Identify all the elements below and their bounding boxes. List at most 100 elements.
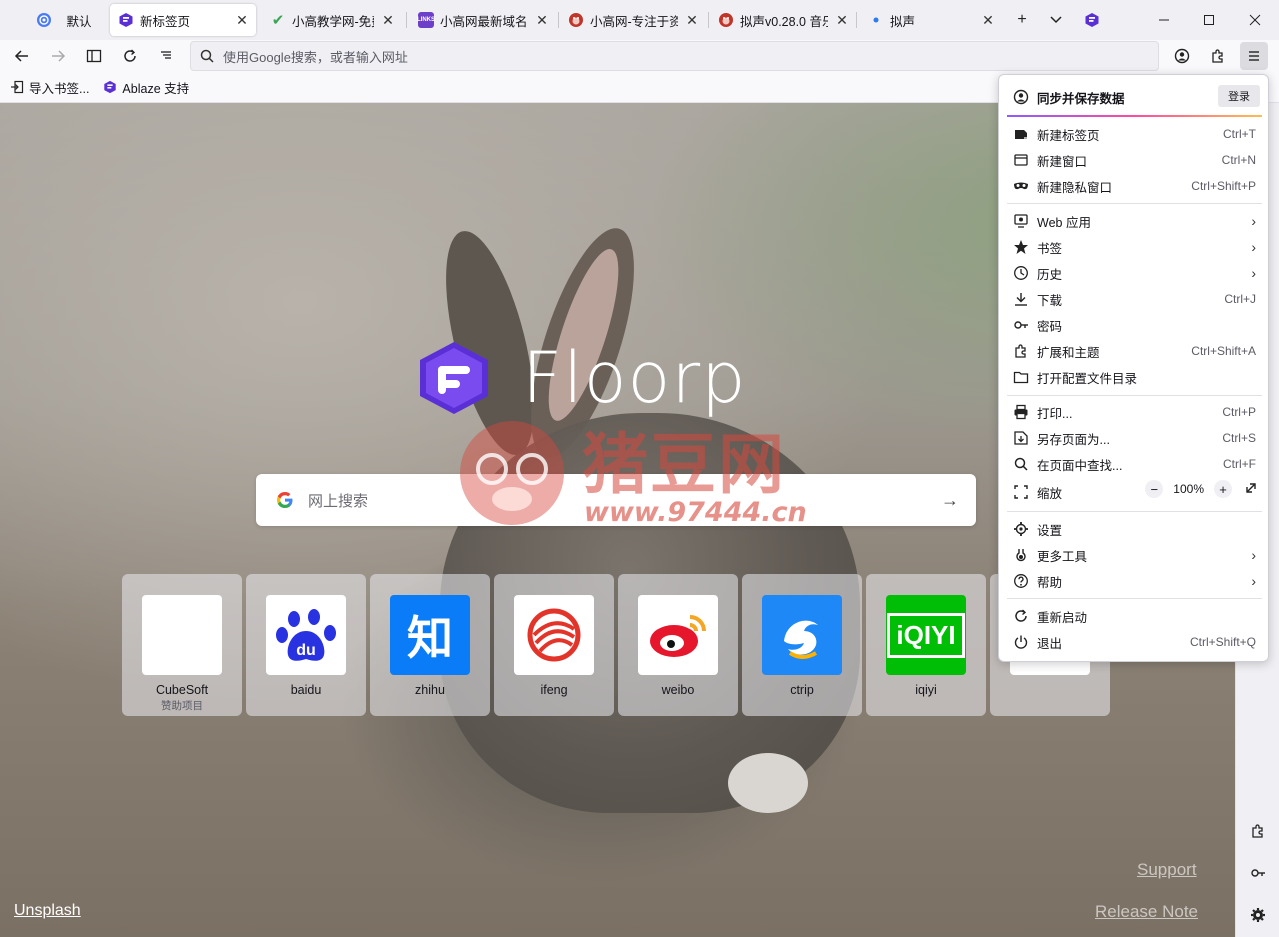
menu-item-bookmarks[interactable]: 书签 › [1007, 234, 1262, 260]
zoom-out-button[interactable]: − [1145, 480, 1164, 498]
close-tab-icon[interactable]: ✕ [980, 12, 996, 28]
menu-item-web-apps[interactable]: Web 应用 › [1007, 208, 1262, 234]
menu-item-save-page[interactable]: 另存页面为... Ctrl+S [1007, 425, 1262, 451]
menu-item-quit[interactable]: 退出 Ctrl+Shift+Q [1007, 629, 1262, 655]
brand-name: Floorp [522, 337, 747, 419]
tab-nisheng-music[interactable]: 拟声v0.28.0 音乐 ✕ [710, 4, 856, 36]
close-tab-icon[interactable]: ✕ [234, 12, 250, 28]
bookmark-import[interactable]: 导入书签... [10, 78, 89, 97]
tab-title: 新标签页 [140, 14, 191, 29]
tab-list-chevron-icon[interactable] [1040, 4, 1072, 36]
tab-separator [856, 12, 857, 28]
zoom-in-button[interactable]: + [1214, 480, 1232, 498]
floorp-logo-icon [420, 342, 488, 414]
restart-icon [1013, 608, 1029, 624]
window-icon [1013, 152, 1029, 168]
sync-gradient-divider [1007, 115, 1262, 117]
address-bar[interactable]: 使用Google搜索，或者输入网址 [190, 41, 1159, 71]
reload-icon[interactable] [116, 42, 144, 70]
search-go-arrow-icon[interactable]: → [940, 490, 960, 510]
tab-xiaogao-resources[interactable]: 小高网-专注于资 ✕ [560, 4, 706, 36]
topsite-baidu[interactable]: du baidu [246, 574, 366, 716]
menu-item-addons[interactable]: 扩展和主题 Ctrl+Shift+A [1007, 338, 1262, 364]
topsite-weibo[interactable]: weibo [618, 574, 738, 716]
menu-item-new-window[interactable]: 新建窗口 Ctrl+N [1007, 147, 1262, 173]
topsite-label: zhihu [415, 683, 445, 697]
menu-item-print[interactable]: 打印... Ctrl+P [1007, 399, 1262, 425]
menu-item-label: 历史 [1037, 267, 1063, 282]
cubesoft-icon [142, 595, 222, 675]
back-arrow-icon[interactable] [8, 42, 36, 70]
close-tab-icon[interactable]: ✕ [684, 12, 700, 28]
maximize-icon[interactable] [1192, 4, 1226, 36]
menu-item-find-in-page[interactable]: 在页面中查找... Ctrl+F [1007, 451, 1262, 477]
download-icon [1013, 291, 1029, 307]
tab-separator [558, 12, 559, 28]
google-icon [277, 492, 293, 508]
menu-item-restart[interactable]: 重新启动 [1007, 603, 1262, 629]
menu-item-more-tools[interactable]: 更多工具 › [1007, 542, 1262, 568]
sidebar-extensions-icon[interactable] [1244, 817, 1272, 845]
menu-item-settings[interactable]: 设置 [1007, 516, 1262, 542]
tab-xiaogao-teaching[interactable]: ✔ 小高教学网-免费 ✕ [262, 4, 402, 36]
background-photo-rabbit [728, 753, 808, 813]
bookmark-ablaze-support[interactable]: Ablaze 支持 [103, 78, 189, 97]
menu-item-history[interactable]: 历史 › [1007, 260, 1262, 286]
support-link[interactable]: Support [1137, 860, 1197, 880]
sidebar-key-icon[interactable] [1244, 859, 1272, 887]
close-window-icon[interactable] [1238, 4, 1272, 36]
minimize-icon[interactable] [1147, 4, 1181, 36]
power-icon [1013, 634, 1029, 650]
menu-item-new-tab[interactable]: 新建标签页 Ctrl+T [1007, 121, 1262, 147]
sidebar-toggle-icon[interactable] [80, 42, 108, 70]
extensions-puzzle-icon[interactable] [1204, 42, 1232, 70]
sign-in-button[interactable]: 登录 [1218, 85, 1260, 107]
puzzle-icon [1013, 343, 1029, 359]
unsplash-link[interactable]: Unsplash [14, 902, 81, 920]
tab-title: 拟声 [890, 14, 916, 29]
dot-icon [868, 12, 884, 28]
menu-item-passwords[interactable]: 密码 [1007, 312, 1262, 338]
tab-title: 小高教学网-免费 [292, 14, 374, 29]
menu-item-label: 密码 [1037, 319, 1063, 334]
close-tab-icon[interactable]: ✕ [834, 12, 850, 28]
app-menu-panel: 同步并保存数据 登录 新建标签页 Ctrl+T 新建窗口 Ctrl+N 新建隐私… [998, 74, 1269, 662]
topsite-zhihu[interactable]: 知 zhihu [370, 574, 490, 716]
check-icon: ✔ [271, 12, 285, 29]
chevron-right-icon: › [1251, 547, 1256, 563]
account-icon[interactable] [1168, 42, 1196, 70]
floorp-brand: Floorp [414, 337, 747, 419]
topsite-ifeng[interactable]: ifeng [494, 574, 614, 716]
clock-icon [1013, 265, 1029, 281]
tab-nisheng[interactable]: 拟声 ✕ [860, 4, 1002, 36]
newtab-search-box[interactable]: 网上搜索 → [256, 474, 976, 526]
app-menu-hamburger-icon[interactable] [1240, 42, 1268, 70]
chevron-right-icon: › [1251, 265, 1256, 281]
topsite-ctrip[interactable]: ctrip [742, 574, 862, 716]
close-tab-icon[interactable]: ✕ [534, 12, 550, 28]
topsite-iqiyi[interactable]: iQIYI iqiyi [866, 574, 986, 716]
menu-item-private-window[interactable]: 新建隐私窗口 Ctrl+Shift+P [1007, 173, 1262, 199]
tab-xiaogao-domain[interactable]: LINKS 小高网最新域名 ✕ [410, 4, 556, 36]
forward-arrow-icon[interactable] [44, 42, 72, 70]
tools-icon [1013, 547, 1029, 563]
zhihu-icon: 知 [390, 595, 470, 675]
menu-item-profile-folder[interactable]: 打开配置文件目录 [1007, 364, 1262, 390]
menu-item-downloads[interactable]: 下载 Ctrl+J [1007, 286, 1262, 312]
fullscreen-icon[interactable] [1244, 481, 1258, 498]
release-note-link[interactable]: Release Note [1095, 902, 1198, 922]
menu-item-label: 在页面中查找... [1037, 458, 1123, 473]
tab-new-tab[interactable]: 新标签页 ✕ [110, 4, 256, 36]
sidebar-gear-icon[interactable] [1244, 901, 1272, 929]
new-tab-plus-icon[interactable]: + [1006, 4, 1038, 36]
floorp-icon[interactable] [1076, 4, 1108, 36]
menu-item-label: 重新启动 [1037, 610, 1088, 625]
close-tab-icon[interactable]: ✕ [380, 12, 396, 28]
menu-item-help[interactable]: 帮助 › [1007, 568, 1262, 594]
menu-item-label: 另存页面为... [1037, 432, 1110, 447]
topsite-label: ifeng [540, 683, 568, 697]
topsite-cubesoft[interactable]: CubeSoft 赞助项目 [122, 574, 242, 716]
tab-default[interactable]: 默认 [28, 4, 106, 36]
zoom-value[interactable]: 100% [1173, 482, 1204, 496]
reader-list-icon[interactable] [152, 42, 180, 70]
